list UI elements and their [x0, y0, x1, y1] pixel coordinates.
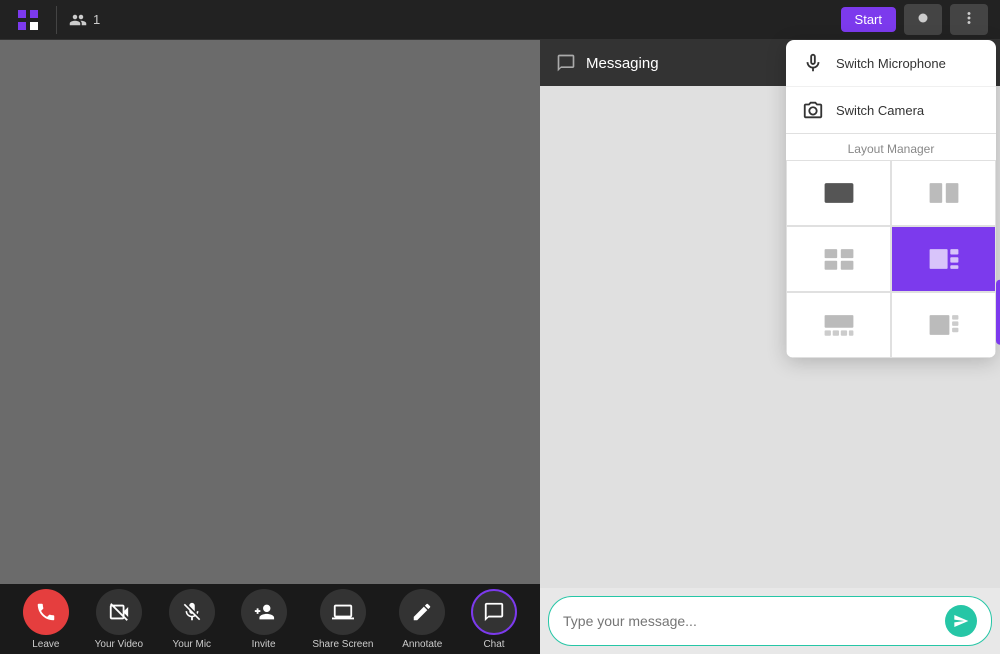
message-input-area	[540, 588, 1000, 654]
chat-button[interactable]: Chat	[471, 589, 517, 650]
share-screen-button[interactable]: Share Screen	[312, 589, 373, 650]
layout-sidebar[interactable]	[891, 226, 996, 292]
layout-grid	[786, 160, 996, 358]
mic-label: Your Mic	[173, 639, 212, 650]
more-options-button[interactable]	[950, 4, 988, 35]
annotate-label: Annotate	[402, 639, 442, 650]
messaging-label: Messaging	[586, 55, 659, 72]
dropdown-menu: Switch Microphone Switch Camera Layout M…	[786, 40, 996, 358]
layout-filmstrip-v-icon	[926, 307, 962, 343]
annotate-button[interactable]: Annotate	[399, 589, 445, 650]
top-bar: 1 Start	[0, 0, 1000, 40]
app-logo	[12, 4, 44, 36]
layout-filmstrip-icon	[821, 307, 857, 343]
switch-camera-item[interactable]: Switch Camera	[786, 87, 996, 134]
layout-grid-4[interactable]	[786, 226, 891, 292]
record-button[interactable]	[904, 4, 942, 35]
layout-split-h[interactable]	[891, 160, 996, 226]
switch-microphone-label: Switch Microphone	[836, 56, 946, 71]
layout-manager-label: Layout Manager	[786, 134, 996, 160]
layout-grid-4-icon	[821, 241, 857, 277]
start-button[interactable]: Start	[841, 7, 896, 32]
invite-button[interactable]: Invite	[241, 589, 287, 650]
chat-label: Chat	[483, 639, 504, 650]
participants-count: 1	[69, 11, 100, 29]
leave-label: Leave	[32, 639, 59, 650]
layout-single-icon	[821, 175, 857, 211]
annotate-icon-circle	[399, 589, 445, 635]
mic-icon-circle	[169, 589, 215, 635]
layout-filmstrip[interactable]	[786, 292, 891, 358]
mic-button[interactable]: Your Mic	[169, 589, 215, 650]
topbar-divider	[56, 6, 57, 34]
leave-icon-circle	[23, 589, 69, 635]
feedback-tab[interactable]: Feedback	[996, 280, 1000, 345]
layout-split-h-icon	[926, 175, 962, 211]
message-input-wrapper	[548, 596, 992, 646]
microphone-icon	[802, 52, 824, 74]
switch-microphone-item[interactable]: Switch Microphone	[786, 40, 996, 87]
message-input[interactable]	[563, 613, 937, 629]
camera-icon	[802, 99, 824, 121]
bottom-toolbar: Leave Your Video Your Mic Invite Share S…	[0, 584, 540, 654]
video-icon-circle	[96, 589, 142, 635]
send-button[interactable]	[945, 605, 977, 637]
switch-camera-label: Switch Camera	[836, 103, 924, 118]
layout-single[interactable]	[786, 160, 891, 226]
layout-filmstrip-v[interactable]	[891, 292, 996, 358]
main-video-area	[0, 40, 540, 584]
invite-icon-circle	[241, 589, 287, 635]
video-label: Your Video	[95, 639, 143, 650]
share-icon-circle	[320, 589, 366, 635]
invite-label: Invite	[252, 639, 276, 650]
share-label: Share Screen	[312, 639, 373, 650]
video-button[interactable]: Your Video	[95, 589, 143, 650]
messaging-icon	[556, 53, 576, 73]
leave-button[interactable]: Leave	[23, 589, 69, 650]
chat-icon-circle	[471, 589, 517, 635]
layout-sidebar-icon	[926, 241, 962, 277]
